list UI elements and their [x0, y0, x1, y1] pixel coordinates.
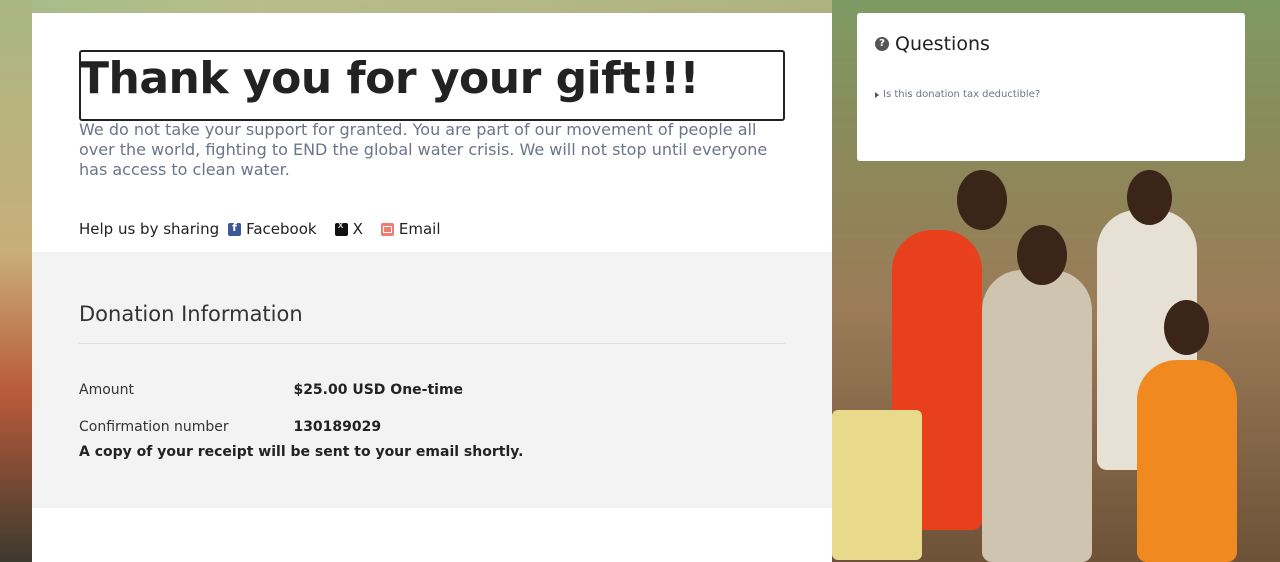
share-bar: Help us by sharing Facebook X Email	[79, 220, 459, 239]
receipt-note: A copy of your receipt will be sent to y…	[79, 444, 524, 460]
share-label: Help us by sharing	[79, 220, 220, 238]
share-x-label: X	[352, 220, 363, 238]
thank-you-message: We do not take your support for granted.…	[79, 120, 768, 179]
thank-you-card: Thank you for your gift!!! We do not tak…	[32, 13, 832, 562]
share-email-link[interactable]: Email	[380, 220, 441, 238]
donation-info-section: Donation Information Amount $25.00 USD O…	[32, 252, 832, 508]
confirmation-value: 130189029	[293, 419, 382, 435]
donation-info-heading: Donation Information	[79, 302, 303, 326]
x-icon	[334, 220, 348, 236]
amount-row: Amount $25.00 USD One-time	[79, 382, 463, 398]
question-circle-icon: ?	[875, 37, 889, 51]
amount-value: $25.00 USD One-time	[293, 382, 464, 398]
confirmation-label: Confirmation number	[79, 419, 229, 435]
email-icon	[380, 222, 394, 236]
page-title: Thank you for your gift!!!	[79, 53, 700, 104]
faq-item-tax-deductible[interactable]: Is this donation tax deductible?	[875, 89, 1040, 100]
amount-label: Amount	[79, 382, 135, 398]
divider	[79, 343, 785, 344]
share-facebook-label: Facebook	[246, 220, 317, 238]
share-email-label: Email	[398, 220, 441, 238]
caret-right-icon	[875, 91, 879, 98]
share-facebook-link[interactable]: Facebook	[228, 220, 317, 238]
confirmation-row: Confirmation number 130189029	[79, 419, 381, 435]
questions-panel: ? Questions Is this donation tax deducti…	[857, 13, 1245, 161]
facebook-icon	[228, 221, 242, 236]
background-photo-left-edge	[0, 0, 32, 562]
questions-heading: ? Questions	[875, 33, 990, 55]
questions-title: Questions	[895, 33, 990, 55]
faq-item-label: Is this donation tax deductible?	[883, 89, 1041, 100]
share-x-link[interactable]: X	[334, 220, 363, 238]
